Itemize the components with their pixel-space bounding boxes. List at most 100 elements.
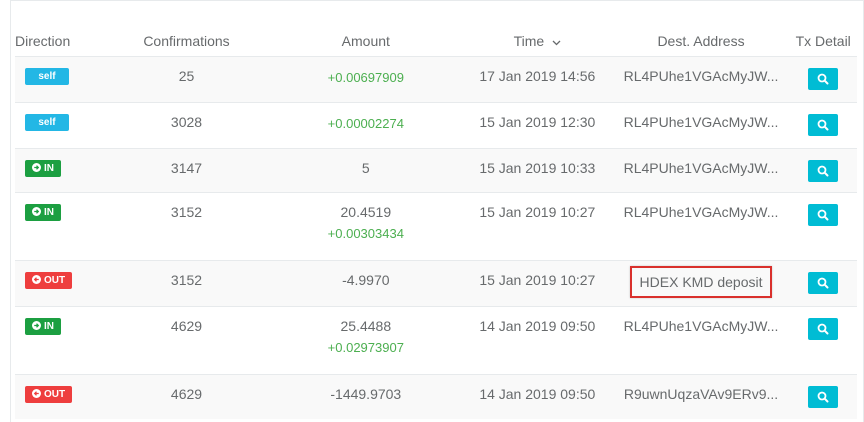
- amount-cell: -1449.9703: [269, 374, 462, 419]
- arrow-right-circle-icon: [32, 163, 41, 172]
- amount-positive: +0.00303434: [327, 226, 404, 241]
- search-icon: [817, 73, 829, 85]
- search-icon: [817, 119, 829, 131]
- confirmations-cell: 25: [103, 56, 270, 103]
- time-value: 14 Jan 2019 09:50: [479, 318, 596, 334]
- direction-label: self: [38, 117, 56, 128]
- header-tx-detail[interactable]: Tx Detail: [789, 25, 857, 57]
- dest-address-cell: RL4PUhe1VGAcMyJW...: [612, 306, 790, 375]
- direction-badge: OUT: [25, 272, 73, 289]
- time-cell: 14 Jan 2019 09:50: [461, 374, 613, 419]
- confirmations-cell: 4629: [103, 306, 270, 375]
- tx-detail-cell: [789, 56, 857, 103]
- header-confirmations[interactable]: Confirmations: [103, 25, 270, 57]
- chevron-down-icon: [552, 40, 561, 45]
- direction-label: OUT: [44, 275, 66, 286]
- amount-cell: -4.9970: [269, 260, 462, 307]
- dest-address: RL4PUhe1VGAcMyJW...: [623, 160, 779, 176]
- confirmations-cell: 3028: [103, 102, 270, 149]
- amount-positive: +0.02973907: [327, 340, 404, 355]
- confirmations-cell: 4629: [103, 374, 270, 419]
- confirmations-value: 3152: [170, 272, 203, 288]
- table-row: self 25 +0.00697909 17 Jan 2019 14:56 RL4PUh…: [15, 56, 857, 103]
- header-amount[interactable]: Amount: [269, 25, 462, 57]
- time-value: 15 Jan 2019 10:27: [479, 272, 596, 288]
- dest-address-cell: RL4PUhe1VGAcMyJW...: [612, 192, 790, 261]
- table-row: OUT 4629 -1449.9703 14 Jan 2019 09:50 R9uwnU…: [15, 374, 857, 419]
- arrow-left-circle-icon: [32, 275, 41, 284]
- direction-cell: OUT: [15, 374, 104, 419]
- header-time[interactable]: Time: [461, 25, 613, 57]
- confirmations-cell: 3152: [103, 260, 270, 307]
- time-cell: 15 Jan 2019 12:30: [461, 102, 613, 149]
- search-icon: [817, 165, 829, 177]
- amount-value: -1449.9703: [330, 386, 402, 402]
- dest-address: RL4PUhe1VGAcMyJW...: [623, 204, 779, 220]
- tx-detail-button[interactable]: [808, 160, 839, 182]
- time-cell: 15 Jan 2019 10:33: [461, 148, 613, 193]
- tx-detail-cell: [789, 192, 857, 261]
- dest-address: R9uwnUqzaVAv9ERv9...: [623, 386, 779, 402]
- amount-value: 5: [361, 160, 370, 176]
- transactions-table: Direction Confirmations Amount Time Dest…: [15, 25, 857, 419]
- header-time-label: Time: [513, 32, 545, 49]
- confirmations-value: 4629: [170, 386, 203, 402]
- direction-cell: self: [15, 102, 104, 149]
- arrow-left-circle-icon: [32, 389, 41, 398]
- dest-address: RL4PUhe1VGAcMyJW...: [623, 114, 779, 130]
- tx-detail-button[interactable]: [808, 204, 839, 226]
- confirmations-cell: 3147: [103, 148, 270, 193]
- dest-address-cell: RL4PUhe1VGAcMyJW...: [612, 102, 790, 149]
- table-row: IN 3147 5 15 Jan 2019 10:33 RL4PUhe1VGAcMyJW…: [15, 148, 857, 193]
- dest-address-cell: HDEX KMD deposit: [612, 260, 790, 307]
- direction-badge: IN: [25, 160, 61, 177]
- tx-detail-button[interactable]: [808, 114, 839, 136]
- search-icon: [817, 209, 829, 221]
- search-icon: [817, 323, 829, 335]
- confirmations-value: 3028: [170, 114, 203, 130]
- time-value: 15 Jan 2019 12:30: [479, 114, 596, 130]
- time-value: 15 Jan 2019 10:27: [479, 204, 596, 220]
- time-value: 17 Jan 2019 14:56: [479, 68, 596, 84]
- direction-cell: IN: [15, 306, 104, 375]
- tx-detail-button[interactable]: [808, 386, 839, 408]
- amount-value: 20.4519: [340, 204, 392, 220]
- direction-label: self: [38, 71, 56, 82]
- confirmations-value: 4629: [170, 318, 203, 334]
- header-direction[interactable]: Direction: [15, 25, 104, 57]
- amount-cell: 20.4519 +0.00303434: [269, 192, 462, 261]
- direction-badge: self: [25, 114, 69, 131]
- header-dest-address[interactable]: Dest. Address: [612, 25, 790, 57]
- dest-address: RL4PUhe1VGAcMyJW...: [623, 68, 779, 84]
- tx-detail-button[interactable]: [808, 318, 839, 340]
- confirmations-cell: 3152: [103, 192, 270, 261]
- time-cell: 14 Jan 2019 09:50: [461, 306, 613, 375]
- amount-value: 25.4488: [340, 318, 392, 334]
- dest-address: RL4PUhe1VGAcMyJW...: [623, 318, 779, 334]
- direction-label: IN: [44, 321, 54, 332]
- amount-cell: 5: [269, 148, 462, 193]
- amount-cell: +0.00697909: [269, 56, 462, 103]
- direction-cell: OUT: [15, 260, 104, 307]
- dest-address-cell: RL4PUhe1VGAcMyJW...: [612, 56, 790, 103]
- direction-label: IN: [44, 163, 54, 174]
- arrow-right-circle-icon: [32, 321, 41, 330]
- direction-badge: IN: [25, 204, 61, 221]
- tx-detail-cell: [789, 102, 857, 149]
- amount-value: -4.9970: [342, 272, 390, 288]
- dest-address-cell: RL4PUhe1VGAcMyJW...: [612, 148, 790, 193]
- dest-address-cell: R9uwnUqzaVAv9ERv9...: [612, 374, 790, 419]
- amount-positive: +0.00697909: [327, 70, 404, 85]
- direction-badge: IN: [25, 318, 61, 335]
- time-value: 15 Jan 2019 10:33: [479, 160, 596, 176]
- direction-cell: IN: [15, 148, 104, 193]
- tx-detail-button[interactable]: [808, 272, 839, 294]
- dest-address-highlighted: HDEX KMD deposit: [629, 266, 773, 298]
- tx-detail-button[interactable]: [808, 68, 839, 90]
- amount-cell: +0.00002274: [269, 102, 462, 149]
- confirmations-value: 3147: [170, 160, 203, 176]
- direction-badge: OUT: [25, 386, 73, 403]
- table-row: IN 4629 25.4488 +0.02973907 14 Jan 2019 09:5…: [15, 306, 857, 375]
- table-header: Direction Confirmations Amount Time Dest…: [15, 25, 857, 57]
- confirmations-value: 25: [178, 68, 195, 84]
